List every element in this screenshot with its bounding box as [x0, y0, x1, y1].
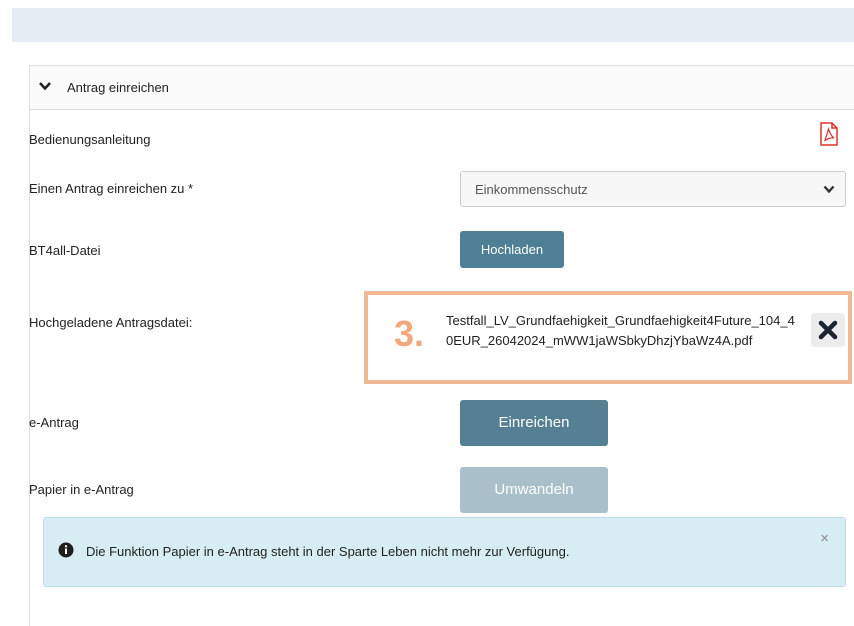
close-icon	[818, 320, 838, 340]
paper-to-e-antrag-label: Papier in e-Antrag	[29, 482, 134, 497]
remove-file-button[interactable]	[811, 313, 845, 347]
uploaded-filename: Testfall_LV_Grundfaehigkeit_Grundfaehigk…	[446, 313, 795, 348]
chevron-down-icon	[39, 82, 51, 91]
upload-button[interactable]: Hochladen	[460, 231, 564, 268]
panel-title: Antrag einreichen	[67, 80, 169, 95]
select-value: Einkommensschutz	[475, 182, 588, 197]
manual-label: Bedienungsanleitung	[29, 132, 151, 147]
info-message: Die Funktion Papier in e-Antrag steht in…	[86, 544, 570, 559]
close-alert-button[interactable]: ×	[820, 530, 829, 547]
application-type-select[interactable]: Einkommensschutz	[460, 171, 846, 207]
pdf-icon[interactable]	[819, 122, 839, 146]
info-alert: Die Funktion Papier in e-Antrag steht in…	[43, 517, 846, 587]
uploaded-file-box: 3. Testfall_LV_Grundfaehigkeit_Grundfaeh…	[364, 291, 852, 384]
convert-button[interactable]: Umwandeln	[460, 467, 608, 513]
step-number: 3.	[394, 313, 425, 354]
apply-for-label: Einen Antrag einreichen zu *	[29, 181, 194, 196]
bt4all-label: BT4all-Datei	[29, 243, 101, 258]
submit-button[interactable]: Einreichen	[460, 400, 608, 446]
info-icon	[58, 542, 74, 558]
chevron-down-icon	[823, 185, 835, 194]
e-antrag-label: e-Antrag	[29, 415, 79, 430]
top-bar	[12, 8, 854, 42]
panel-header[interactable]: Antrag einreichen	[30, 66, 854, 110]
uploaded-file-label: Hochgeladene Antragsdatei:	[29, 315, 193, 330]
